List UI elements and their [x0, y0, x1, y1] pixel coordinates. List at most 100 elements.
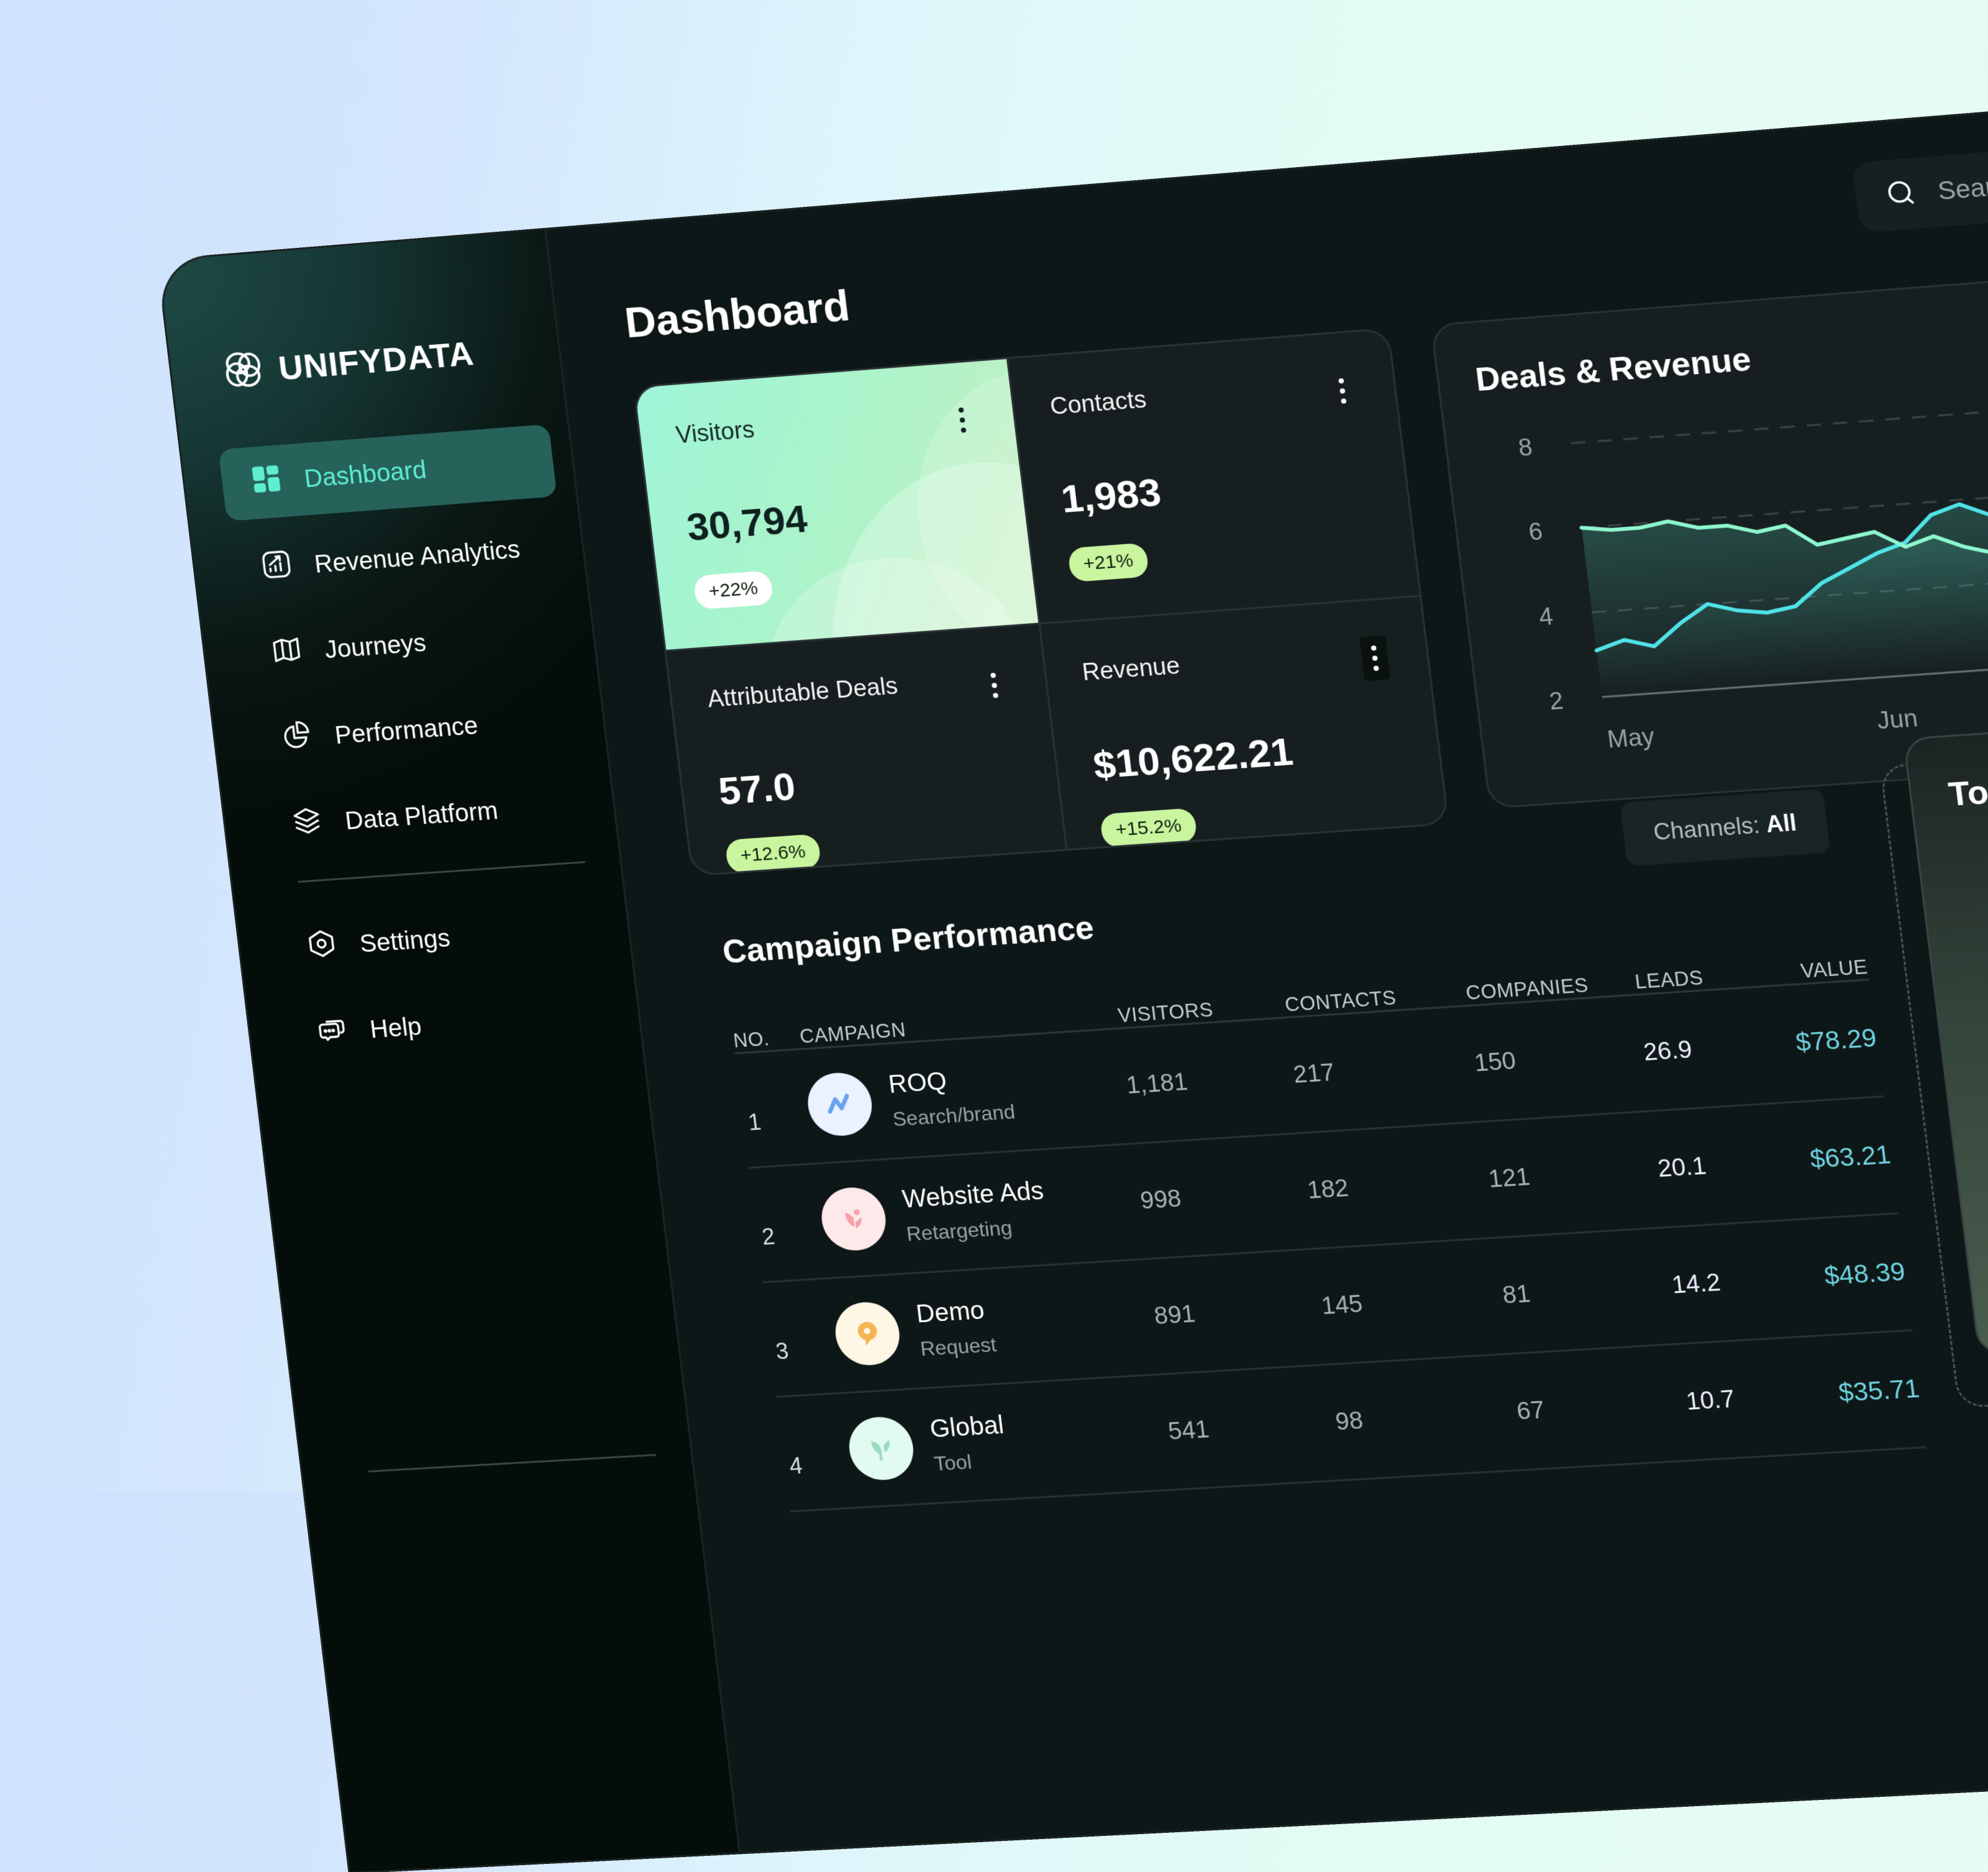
- dashboard-perspective: UNIFYDATA Dashboard Revenue Analytics Jo…: [158, 84, 1988, 1872]
- chart-up-icon: [259, 548, 294, 588]
- visitors-cell: 998: [1139, 1185, 1183, 1215]
- stat-label: Contacts: [1048, 386, 1148, 421]
- sidebar-nav: Dashboard Revenue Analytics Journeys Per…: [218, 424, 600, 877]
- tulip-logo-icon: [818, 1185, 890, 1253]
- knot-logo-icon: [219, 346, 268, 396]
- more-options-icon[interactable]: [979, 662, 1010, 708]
- pie-icon: [280, 719, 315, 758]
- stat-card-visitors[interactable]: Visitors 30,794 +22%: [634, 358, 1041, 652]
- stat-value: 57.0: [716, 765, 798, 814]
- stat-label: Revenue: [1080, 652, 1182, 687]
- campaign-cell: Global Tool: [846, 1400, 1172, 1482]
- sidebar-item-settings[interactable]: Settings: [273, 891, 613, 985]
- row-number: 1: [747, 1108, 763, 1136]
- channels-filter[interactable]: Channels: All: [1620, 788, 1831, 867]
- sidebar-bottom-nav: Settings Help: [273, 891, 625, 1085]
- sidebar-item-journeys[interactable]: Journeys: [239, 596, 578, 692]
- filter-label: Channels:: [1652, 811, 1761, 846]
- stat-change-badge: +22%: [693, 570, 774, 610]
- sidebar-item-label: Performance: [333, 711, 480, 749]
- campaign-name[interactable]: ROQ: [887, 1063, 1013, 1099]
- more-options-icon[interactable]: [947, 397, 978, 443]
- campaign-subtitle: Search/brand: [891, 1100, 1017, 1131]
- value-cell: $35.71: [1837, 1374, 1922, 1407]
- leads-cell: 20.1: [1656, 1152, 1708, 1182]
- y-tick-label: 2: [1548, 688, 1565, 715]
- sidebar-item-label: Data Platform: [344, 797, 499, 835]
- leads-cell: 26.9: [1642, 1036, 1694, 1066]
- grid-line: [1582, 441, 1988, 528]
- row-number: 4: [788, 1452, 804, 1479]
- sidebar-item-label: Settings: [358, 924, 452, 958]
- stat-change-badge: +12.6%: [724, 833, 822, 874]
- value-cell: $63.21: [1808, 1140, 1893, 1174]
- contacts-cell: 217: [1292, 1059, 1336, 1089]
- campaign-name[interactable]: Demo: [914, 1296, 994, 1329]
- stat-change-badge: +21%: [1067, 542, 1149, 583]
- brand-name: UNIFYDATA: [276, 334, 476, 387]
- stat-value: $10,622.21: [1091, 729, 1296, 788]
- campaign-name[interactable]: Global: [928, 1411, 1005, 1443]
- stats-grid: Visitors 30,794 +22% Contacts 1,983 +21%…: [632, 327, 1449, 877]
- col-no[interactable]: NO.: [732, 1026, 801, 1052]
- campaign-subtitle: Retargeting: [905, 1216, 1013, 1246]
- sidebar-item-label: Help: [368, 1012, 423, 1044]
- campaign-cell: ROQ Search/brand: [804, 1054, 1131, 1138]
- contacts-cell: 98: [1334, 1407, 1365, 1436]
- sidebar-item-help[interactable]: Help: [284, 977, 624, 1071]
- companies-cell: 67: [1515, 1396, 1546, 1425]
- sidebar-item-dashboard[interactable]: Dashboard: [218, 424, 557, 522]
- grid-line: [1571, 355, 1988, 444]
- search-input[interactable]: [1935, 157, 1988, 207]
- stat-card-contacts[interactable]: Contacts 1,983 +21%: [1008, 329, 1420, 625]
- value-cell: $78.29: [1794, 1023, 1878, 1057]
- sidebar-item-data-platform[interactable]: Data Platform: [259, 768, 598, 863]
- layers-icon: [290, 805, 325, 844]
- campaign-cell: Demo Request: [832, 1285, 1158, 1367]
- roq-logo-icon: [804, 1071, 875, 1138]
- sidebar-divider-bottom: [368, 1454, 657, 1472]
- search-icon: [1883, 176, 1919, 212]
- brand[interactable]: UNIFYDATA: [219, 330, 476, 396]
- y-tick-label: 4: [1538, 603, 1554, 631]
- series-area-deals: [1581, 441, 1988, 697]
- sprout-logo-icon: [846, 1415, 917, 1482]
- filter-value: All: [1764, 809, 1799, 838]
- campaign-name[interactable]: Website Ads: [901, 1177, 1046, 1214]
- x-tick-label: May: [1606, 724, 1656, 754]
- x-tick-label: Jun: [1876, 705, 1919, 735]
- stat-value: 1,983: [1059, 470, 1164, 522]
- visitors-cell: 1,181: [1124, 1068, 1189, 1099]
- more-options-icon[interactable]: [1359, 635, 1391, 682]
- stat-card-revenue[interactable]: Revenue $10,622.21 +15.2%: [1041, 597, 1449, 877]
- sidebar-item-label: Journeys: [323, 629, 428, 664]
- stat-label: Attributable Deals: [706, 673, 900, 713]
- stat-card-attributable-deals[interactable]: Attributable Deals 57.0 +12.6%: [666, 624, 1073, 877]
- contacts-cell: 182: [1306, 1174, 1351, 1204]
- chat-icon: [314, 1013, 350, 1052]
- companies-cell: 121: [1487, 1163, 1532, 1193]
- y-tick-label: 8: [1517, 434, 1534, 462]
- campaign-table: NO. CAMPAIGN VISITORS CONTACTS COMPANIES…: [727, 915, 1927, 1513]
- app-window: UNIFYDATA Dashboard Revenue Analytics Jo…: [158, 84, 1988, 1872]
- sidebar-item-label: Dashboard: [303, 455, 428, 493]
- col-value[interactable]: VALUE: [1784, 956, 1869, 984]
- main-content: Dashboard Visitors 30,794 +22%: [544, 84, 1988, 1852]
- row-number: 3: [774, 1338, 790, 1364]
- deals-revenue-chart[interactable]: 2468 MayJunJulAug $560: [1433, 223, 1988, 807]
- visitors-cell: 541: [1166, 1416, 1211, 1445]
- sidebar-item-revenue-analytics[interactable]: Revenue Analytics: [229, 510, 568, 607]
- table-body: 1 ROQ Search/brand 1,181 217 150 26.9 $7…: [735, 980, 1927, 1513]
- companies-cell: 81: [1501, 1280, 1532, 1309]
- sidebar-item-performance[interactable]: Performance: [248, 682, 588, 777]
- campaign-subtitle: Tool: [932, 1450, 973, 1476]
- more-options-icon[interactable]: [1327, 368, 1358, 414]
- campaign-title: Campaign Performance: [720, 909, 1096, 971]
- campaign-subtitle: Request: [919, 1333, 998, 1361]
- row-number: 2: [760, 1223, 777, 1250]
- pin-logo-icon: [832, 1300, 903, 1367]
- page-title: Dashboard: [622, 281, 852, 347]
- companies-cell: 150: [1472, 1047, 1518, 1077]
- search-bar[interactable]: [1852, 136, 1988, 234]
- contacts-cell: 145: [1320, 1290, 1364, 1320]
